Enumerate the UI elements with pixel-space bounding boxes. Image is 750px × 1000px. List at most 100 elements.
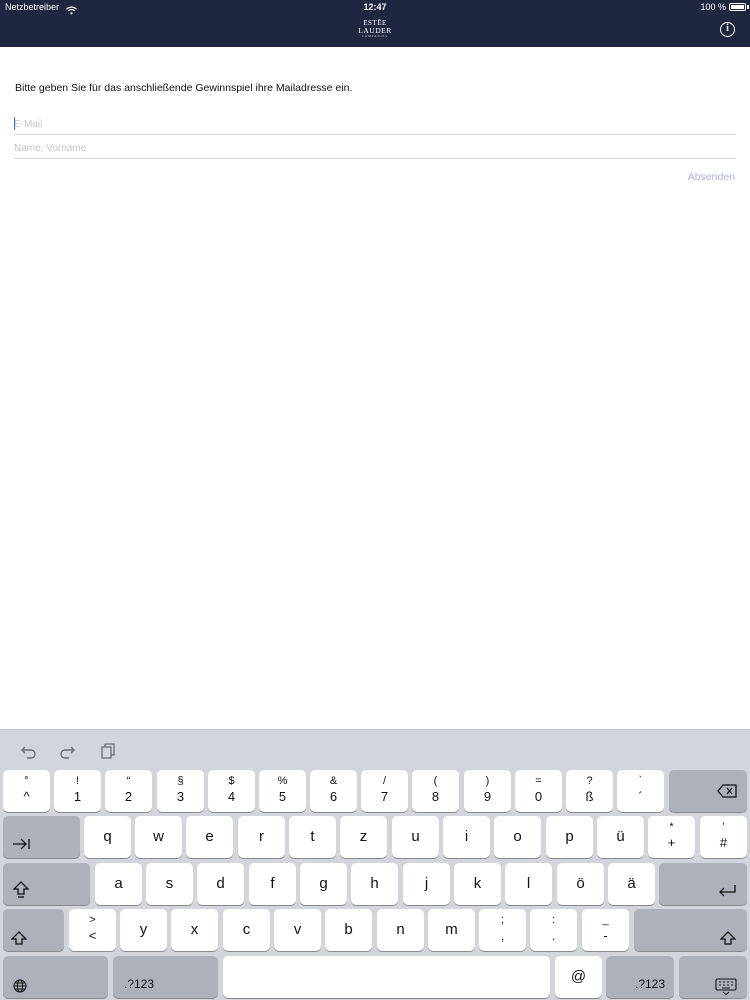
key-shift-char: :	[551, 914, 556, 926]
key-caret[interactable]: ° ^	[3, 770, 50, 812]
key-eszett[interactable]: ? ß	[566, 770, 613, 812]
key-1[interactable]: ! 1	[54, 770, 101, 812]
globe-key[interactable]	[3, 956, 108, 998]
key-d[interactable]: d	[197, 863, 244, 905]
key-3[interactable]: § 3	[157, 770, 204, 812]
redo-icon[interactable]	[58, 742, 76, 760]
paste-icon[interactable]	[99, 742, 117, 760]
key-s[interactable]: s	[146, 863, 193, 905]
key-v[interactable]: v	[274, 909, 321, 951]
key-n[interactable]: n	[377, 909, 424, 951]
key-6[interactable]: & 6	[310, 770, 357, 812]
key-char: #	[719, 835, 728, 850]
key-angle-bracket[interactable]: > <	[69, 909, 116, 951]
key-4[interactable]: $4	[208, 770, 255, 812]
key-char: 1	[73, 789, 82, 804]
key-w[interactable]: w	[135, 816, 182, 858]
key-2[interactable]: “2	[105, 770, 152, 812]
app-header: Netzbetreiber 12:47 100 % ESTĒE LAUDER C…	[0, 0, 750, 47]
key-o-umlaut[interactable]: ö	[557, 863, 604, 905]
key-plus[interactable]: * +	[648, 816, 695, 858]
key-a[interactable]: a	[95, 863, 142, 905]
tab-key[interactable]	[3, 816, 80, 858]
key-r[interactable]: r	[238, 816, 285, 858]
key-shift-char: >	[89, 914, 96, 926]
logo-line: COMPANIES	[361, 33, 389, 38]
caps-lock-key[interactable]	[3, 863, 90, 905]
key-9[interactable]: ) 9	[464, 770, 511, 812]
key-z[interactable]: z	[340, 816, 387, 858]
return-key[interactable]	[659, 863, 747, 905]
key-accent[interactable]: ` ´	[617, 770, 664, 812]
name-field[interactable]	[14, 139, 736, 159]
numbers-key-right[interactable]: .?123	[606, 956, 674, 998]
key-shift-char: (	[433, 775, 438, 787]
key-char: <	[88, 928, 97, 943]
hide-keyboard-icon	[715, 978, 737, 995]
key-period[interactable]: :.	[530, 909, 577, 951]
key-e[interactable]: e	[186, 816, 233, 858]
backspace-key[interactable]	[669, 770, 747, 812]
key-char: ^	[23, 789, 30, 804]
key-8[interactable]: (8	[412, 770, 459, 812]
key-char: 7	[380, 789, 389, 804]
key-shift-char: `	[638, 775, 643, 787]
keyboard-toolbar	[0, 730, 750, 770]
key-0[interactable]: = 0	[515, 770, 562, 812]
key-char: 8	[431, 789, 440, 804]
key-char: 3	[176, 789, 185, 804]
key-b[interactable]: b	[325, 909, 372, 951]
key-char: 5	[278, 789, 287, 804]
key-5[interactable]: % 5	[259, 770, 306, 812]
key-g[interactable]: g	[300, 863, 347, 905]
info-icon[interactable]: i	[720, 22, 735, 37]
key-c[interactable]: c	[223, 909, 270, 951]
text-cursor	[14, 117, 15, 130]
key-char: .	[551, 928, 556, 943]
hide-keyboard-key[interactable]	[679, 956, 747, 998]
key-f[interactable]: f	[249, 863, 296, 905]
key-q[interactable]: q	[84, 816, 131, 858]
key-char: ´	[638, 789, 643, 804]
return-icon	[719, 885, 736, 897]
key-shift-char: “	[126, 775, 131, 787]
battery-cap	[747, 5, 749, 9]
key-shift-char: )	[485, 775, 490, 787]
key-m[interactable]: m	[428, 909, 475, 951]
key-shift-char: *	[669, 821, 674, 833]
status-time: 12:47	[363, 2, 387, 12]
left-shift-key[interactable]	[3, 909, 64, 951]
right-shift-key[interactable]	[634, 909, 747, 951]
key-comma[interactable]: ;,	[479, 909, 526, 951]
key-u[interactable]: u	[392, 816, 439, 858]
key-y[interactable]: y	[120, 909, 167, 951]
key-u-umlaut[interactable]: ü	[597, 816, 644, 858]
key-j[interactable]: j	[403, 863, 450, 905]
key-x[interactable]: x	[171, 909, 218, 951]
key-k[interactable]: k	[454, 863, 501, 905]
battery-icon	[729, 3, 746, 11]
undo-icon[interactable]	[20, 742, 38, 760]
space-bar[interactable]	[223, 956, 550, 998]
key-shift-char: _	[602, 914, 609, 926]
battery-level-fill	[731, 5, 744, 9]
key-l[interactable]: l	[505, 863, 552, 905]
key-shift-char: ?	[586, 775, 593, 787]
submit-button[interactable]: Absenden	[688, 171, 735, 183]
caps-lock-icon	[13, 881, 29, 898]
email-field[interactable]	[14, 115, 736, 135]
key-shift-char: ’	[722, 821, 725, 833]
key-t[interactable]: t	[289, 816, 336, 858]
key-shift-char: ;	[500, 914, 505, 926]
instruction-text: Bitte geben Sie für das anschließende Ge…	[15, 82, 353, 94]
key-hyphen[interactable]: _ -	[582, 909, 629, 951]
key-at[interactable]: @	[555, 956, 602, 998]
key-i[interactable]: i	[443, 816, 490, 858]
numbers-key[interactable]: .?123	[113, 956, 218, 998]
key-p[interactable]: p	[546, 816, 593, 858]
key-o[interactable]: o	[494, 816, 541, 858]
key-h[interactable]: h	[351, 863, 398, 905]
key-hash[interactable]: ’ #	[700, 816, 747, 858]
key-7[interactable]: /7	[361, 770, 408, 812]
key-a-umlaut[interactable]: ä	[608, 863, 655, 905]
